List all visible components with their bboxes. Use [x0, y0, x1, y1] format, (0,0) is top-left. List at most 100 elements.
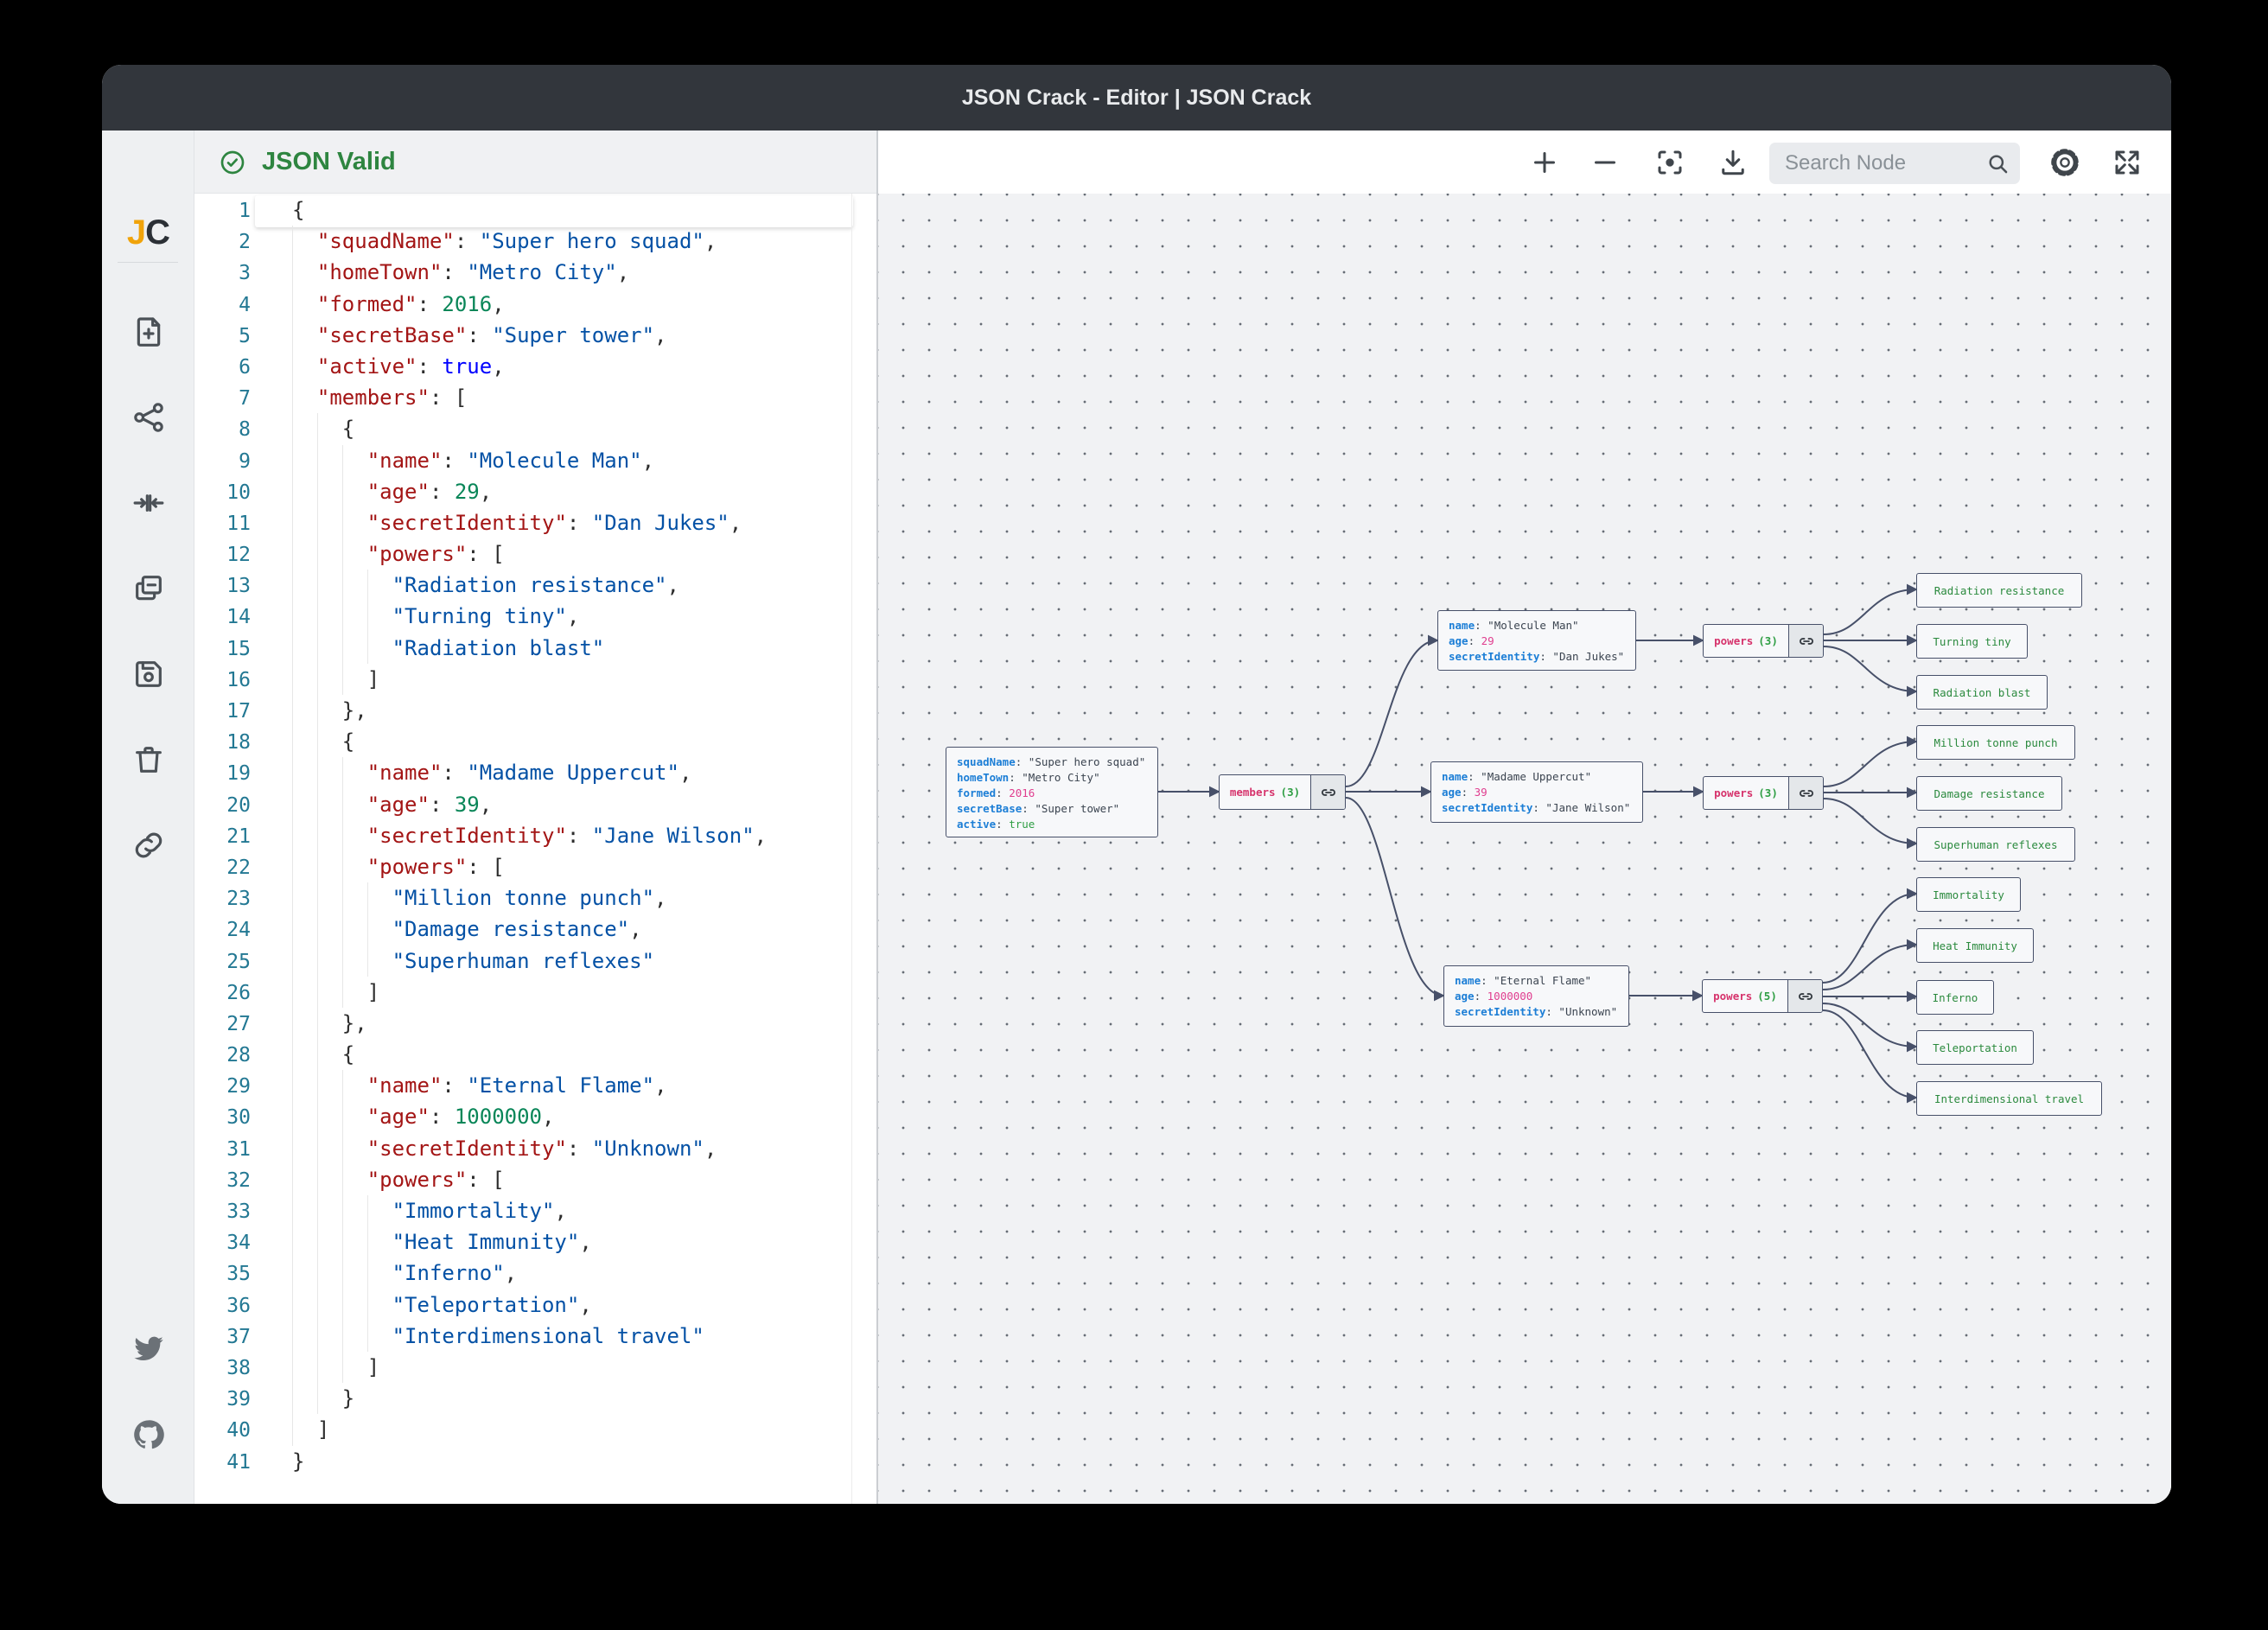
indent-guide	[367, 946, 368, 977]
line-number: 29	[194, 1071, 251, 1102]
github-link[interactable]	[131, 1417, 167, 1453]
line-number: 9	[194, 446, 251, 477]
fullscreen-button[interactable]	[2109, 144, 2145, 181]
graph-node-leaf-11[interactable]: Interdimensional travel	[1916, 1081, 2102, 1116]
graph-node-leaf-2[interactable]: Turning tiny	[1916, 624, 2028, 659]
graph-node-leaf-10[interactable]: Teleportation	[1916, 1030, 2034, 1065]
indent-guide	[292, 320, 293, 351]
line-code: "Radiation resistance",	[292, 573, 679, 597]
editor-line: 8 {	[194, 413, 877, 444]
node-row: active: true	[957, 817, 1147, 832]
twitter-link[interactable]	[131, 1330, 167, 1366]
leaf-text: Interdimensional travel	[1934, 1092, 2084, 1105]
graph-node-root[interactable]: squadName: "Super hero squad"homeTown: "…	[946, 747, 1158, 837]
line-number: 5	[194, 321, 251, 352]
graph-node-leaf-6[interactable]: Superhuman reflexes	[1916, 827, 2075, 862]
minus-icon	[1590, 147, 1621, 178]
share-graph-icon	[131, 400, 166, 435]
indent-guide	[317, 695, 318, 726]
indent-guide	[367, 1226, 368, 1258]
graph-canvas[interactable]: squadName: "Super hero squad"homeTown: "…	[878, 194, 2171, 1504]
line-code: "Teleportation",	[292, 1293, 592, 1317]
graph-node-member-2[interactable]: name: "Madame Uppercut"age: 39secretIden…	[1430, 761, 1643, 823]
indent-guide	[292, 726, 293, 757]
graph-node-member-1[interactable]: name: "Molecule Man"age: 29secretIdentit…	[1437, 610, 1636, 671]
line-number: 38	[194, 1353, 251, 1384]
copy-button[interactable]	[131, 570, 167, 607]
line-number: 13	[194, 570, 251, 602]
indent-guide	[367, 1258, 368, 1289]
sidebar: JC	[102, 131, 194, 1504]
graph-node-leaf-3[interactable]: Radiation blast	[1916, 675, 2048, 710]
graph-edge	[1824, 742, 1916, 786]
node-row: name: "Molecule Man"	[1449, 618, 1625, 634]
graph-node-powers-1[interactable]: powers(3)	[1703, 624, 1824, 658]
line-code: ]	[292, 980, 379, 1004]
graph-node-powers-2[interactable]: powers(3)	[1703, 776, 1824, 810]
indent-guide	[292, 882, 293, 914]
leaf-text: Superhuman reflexes	[1934, 838, 2058, 851]
indent-guide	[342, 851, 343, 882]
share-link-button[interactable]	[131, 827, 167, 863]
graph-node-powers-3[interactable]: powers(5)	[1702, 979, 1823, 1013]
sponsor-link[interactable]	[131, 1501, 167, 1504]
expand-link-button[interactable]	[1788, 625, 1823, 657]
expand-link-button[interactable]	[1787, 980, 1822, 1012]
node-label: members(3)	[1220, 775, 1310, 809]
graph-node-leaf-4[interactable]: Million tonne punch	[1916, 725, 2075, 760]
indent-guide	[317, 946, 318, 977]
line-code: "name": "Eternal Flame",	[292, 1073, 667, 1098]
graph-node-leaf-8[interactable]: Heat Immunity	[1916, 928, 2034, 963]
line-code: },	[292, 1011, 367, 1035]
center-view-button[interactable]	[1652, 144, 1688, 181]
graph-node-leaf-9[interactable]: Inferno	[1916, 980, 1994, 1015]
graph-node-leaf-5[interactable]: Damage resistance	[1916, 776, 2062, 811]
node-label: powers(5)	[1703, 980, 1787, 1012]
indent-guide	[292, 1289, 293, 1321]
indent-guide	[292, 664, 293, 695]
indent-guide	[342, 1101, 343, 1132]
settings-button[interactable]	[2047, 144, 2083, 181]
editor-line: 40 ]	[194, 1414, 877, 1445]
line-code: ]	[292, 1417, 329, 1442]
expand-link-button[interactable]	[1310, 775, 1345, 809]
graph-node-leaf-1[interactable]: Radiation resistance	[1916, 573, 2082, 608]
indent-guide	[317, 664, 318, 695]
editor-line: 18 {	[194, 726, 877, 757]
indent-guide	[317, 820, 318, 851]
indent-guide	[292, 977, 293, 1008]
node-label: powers(3)	[1704, 777, 1788, 809]
line-number: 28	[194, 1040, 251, 1071]
editor-scrollbar[interactable]	[851, 194, 852, 1504]
delete-button[interactable]	[131, 742, 167, 778]
graph-node-leaf-7[interactable]: Immortality	[1916, 877, 2021, 912]
indent-guide	[342, 476, 343, 507]
app-logo[interactable]: JC	[102, 213, 194, 252]
indent-guide	[292, 445, 293, 476]
download-image-button[interactable]	[1715, 144, 1751, 181]
zoom-out-button[interactable]	[1587, 144, 1623, 181]
zoom-in-button[interactable]	[1526, 144, 1563, 181]
indent-guide	[317, 1070, 318, 1101]
editor-line: 29 "name": "Eternal Flame",	[194, 1070, 877, 1101]
new-document-button[interactable]	[131, 314, 167, 350]
line-number: 14	[194, 602, 251, 633]
graph-node-members[interactable]: members(3)	[1219, 774, 1346, 810]
line-code: "members": [	[292, 385, 467, 410]
line-number: 26	[194, 977, 251, 1009]
expand-link-button[interactable]	[1788, 777, 1823, 809]
collapse-nodes-button[interactable]	[131, 485, 167, 521]
node-row: name: "Eternal Flame"	[1455, 973, 1618, 989]
search-node-input[interactable]	[1783, 143, 1973, 184]
line-number: 22	[194, 852, 251, 883]
editor-line: 10 "age": 29,	[194, 476, 877, 507]
indent-guide	[292, 1258, 293, 1289]
json-editor[interactable]: 1{2 "squadName": "Super hero squad",3 "h…	[194, 194, 877, 1504]
editor-line: 35 "Inferno",	[194, 1258, 877, 1289]
graph-view-button[interactable]	[131, 399, 167, 436]
indent-guide	[342, 1195, 343, 1226]
indent-guide	[342, 1258, 343, 1289]
graph-node-member-3[interactable]: name: "Eternal Flame"age: 1000000secretI…	[1443, 965, 1629, 1027]
save-button[interactable]	[131, 656, 167, 692]
line-code: "squadName": "Super hero squad",	[292, 229, 717, 253]
